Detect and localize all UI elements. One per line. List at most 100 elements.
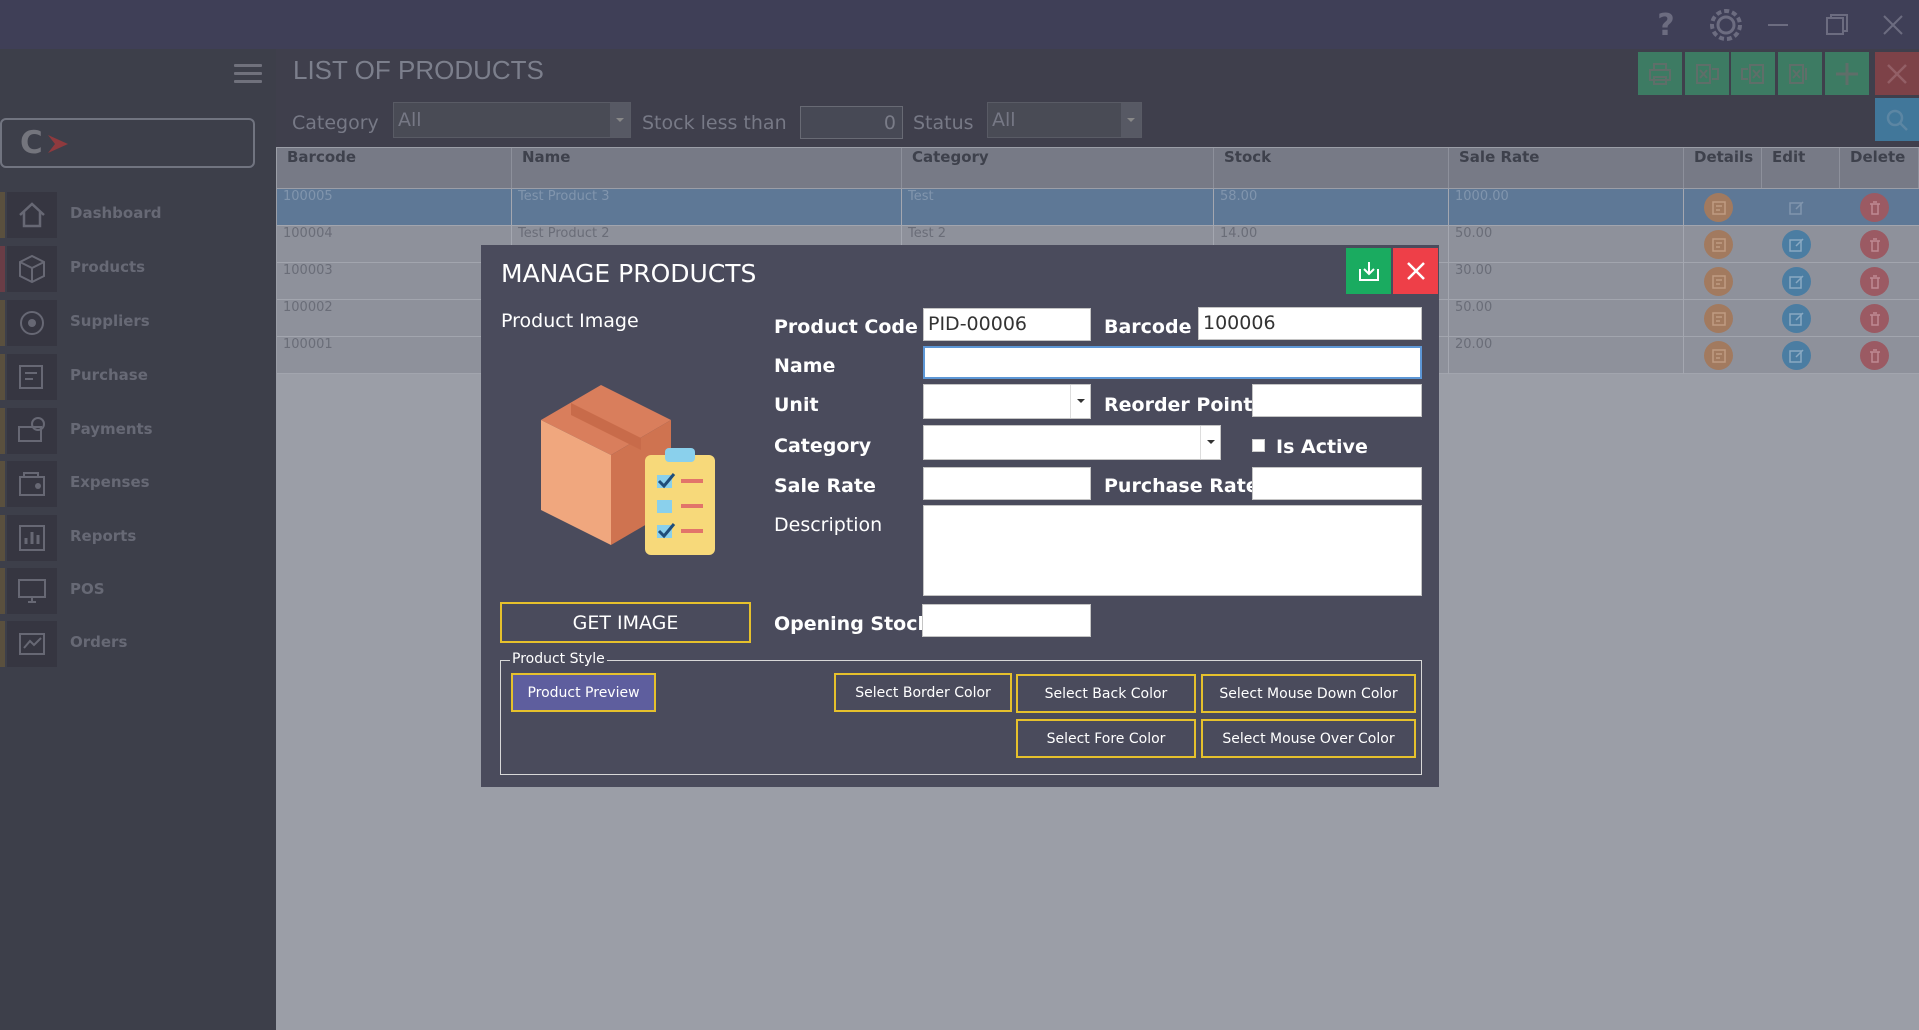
unit-select[interactable] [923,384,1091,419]
opening-stock-field[interactable] [922,604,1091,637]
edit-icon[interactable] [1782,304,1811,333]
details-icon[interactable] [1704,304,1733,333]
category-select[interactable] [923,425,1221,460]
select-back-color-button[interactable]: Select Back Color [1016,674,1196,713]
cell-name: Test Product 3 [512,189,902,226]
help-icon[interactable]: ? [1644,6,1688,44]
details-icon[interactable] [1704,230,1733,259]
sidebar-item-label: Purchase [70,366,148,384]
edit-icon[interactable] [1782,193,1811,222]
select-mouse-down-color-button[interactable]: Select Mouse Down Color [1201,674,1416,713]
edit-icon[interactable] [1782,267,1811,296]
category-filter-select[interactable]: All [393,102,631,138]
payments-icon [7,408,57,454]
close-icon[interactable] [1871,6,1915,44]
unit-label: Unit [774,394,819,416]
menu-toggle-icon[interactable] [234,59,262,89]
name-field[interactable] [923,346,1422,379]
page-title: LIST OF PRODUCTS [293,55,544,85]
save-download-icon [1358,262,1379,281]
status-filter-value: All [992,109,1016,131]
column-header-sale-rate[interactable]: Sale Rate [1449,148,1684,188]
refresh-excel-button[interactable] [1778,52,1822,95]
sidebar-item-suppliers[interactable]: Suppliers [0,296,270,346]
barcode-field[interactable]: 100006 [1198,307,1422,340]
import-excel-button[interactable] [1731,52,1775,95]
sale-rate-field[interactable] [923,467,1091,500]
column-header-stock[interactable]: Stock [1214,148,1449,188]
details-icon[interactable] [1704,341,1733,370]
select-fore-color-button[interactable]: Select Fore Color [1016,719,1196,758]
is-active-checkbox[interactable] [1252,439,1265,452]
nav-marker [0,192,5,238]
column-header-barcode[interactable]: Barcode [277,148,512,188]
dialog-close-button[interactable] [1393,248,1438,294]
cell-barcode: 100003 [277,263,512,300]
sidebar-item-expenses[interactable]: Expenses [0,457,270,507]
sidebar-item-pos[interactable]: POS [0,564,270,614]
cell-barcode: 100005 [277,189,512,226]
column-header-name[interactable]: Name [512,148,902,188]
minimize-icon[interactable] [1756,6,1800,44]
logo-letter: C [20,125,43,161]
select-mouse-over-color-button[interactable]: Select Mouse Over Color [1201,719,1416,758]
export-excel-button[interactable] [1685,52,1729,95]
sidebar-item-label: Suppliers [70,312,150,330]
stock-filter-input[interactable]: 0 [800,106,903,139]
close-icon [1406,262,1425,280]
nav-marker [0,300,5,346]
title-bar: ? [0,0,1919,49]
refresh-excel-icon [1789,63,1807,84]
help-glyph: ? [1657,7,1675,43]
edit-icon[interactable] [1782,341,1811,370]
sidebar-item-purchase[interactable]: Purchase [0,350,270,400]
print-button[interactable] [1638,52,1682,95]
dialog-title: MANAGE PRODUCTS [501,259,757,288]
sidebar-item-orders[interactable]: Orders [0,617,270,667]
purchase-icon [7,354,57,400]
description-field[interactable] [923,505,1422,596]
cell-barcode: 100002 [277,300,512,337]
cell-sale-rate: 1000.00 [1449,189,1684,226]
edit-icon[interactable] [1782,230,1811,259]
select-border-color-button[interactable]: Select Border Color [834,673,1012,712]
sidebar-item-dashboard[interactable]: Dashboard [0,188,270,238]
product-image-placeholder-icon [541,385,715,555]
details-icon[interactable] [1704,193,1733,222]
category-label: Category [774,435,872,457]
delete-icon[interactable] [1860,304,1889,333]
restore-icon[interactable] [1815,6,1859,44]
settings-gear-icon[interactable] [1704,6,1748,44]
purchase-rate-field[interactable] [1252,467,1422,500]
delete-icon[interactable] [1860,193,1889,222]
table-row[interactable]: 100005 Test Product 3 Test 58.00 1000.00 [277,189,1919,226]
nav-marker [0,246,5,292]
delete-icon[interactable] [1860,341,1889,370]
sidebar-item-products[interactable]: Products [0,242,270,292]
category-filter-label: Category [292,112,379,134]
details-icon[interactable] [1704,267,1733,296]
status-filter-select[interactable]: All [987,102,1142,138]
export-excel-icon [1696,63,1719,84]
chevron-down-icon [610,103,630,137]
save-button[interactable] [1346,248,1391,294]
is-active-label: Is Active [1276,436,1368,458]
column-header-category[interactable]: Category [902,148,1214,188]
print-icon [1649,62,1671,85]
app-window: ? C Dashboard Products Suppliers Purchas… [0,0,1919,1030]
delete-icon[interactable] [1860,230,1889,259]
product-preview-button[interactable]: Product Preview [511,673,656,712]
cell-sale-rate: 50.00 [1449,300,1684,337]
add-product-button[interactable] [1825,52,1869,95]
search-button[interactable] [1875,98,1919,141]
delete-icon[interactable] [1860,267,1889,296]
sidebar-item-payments[interactable]: Payments [0,404,270,454]
get-image-button[interactable]: GET IMAGE [500,602,751,643]
sidebar-item-reports[interactable]: Reports [0,511,270,561]
reorder-point-field[interactable] [1252,384,1422,417]
nav-marker [0,515,5,561]
product-image-label: Product Image [501,310,639,332]
product-code-field[interactable]: PID-00006 [923,308,1091,341]
close-list-button[interactable] [1875,52,1919,95]
purchase-rate-label: Purchase Rate [1104,475,1259,497]
